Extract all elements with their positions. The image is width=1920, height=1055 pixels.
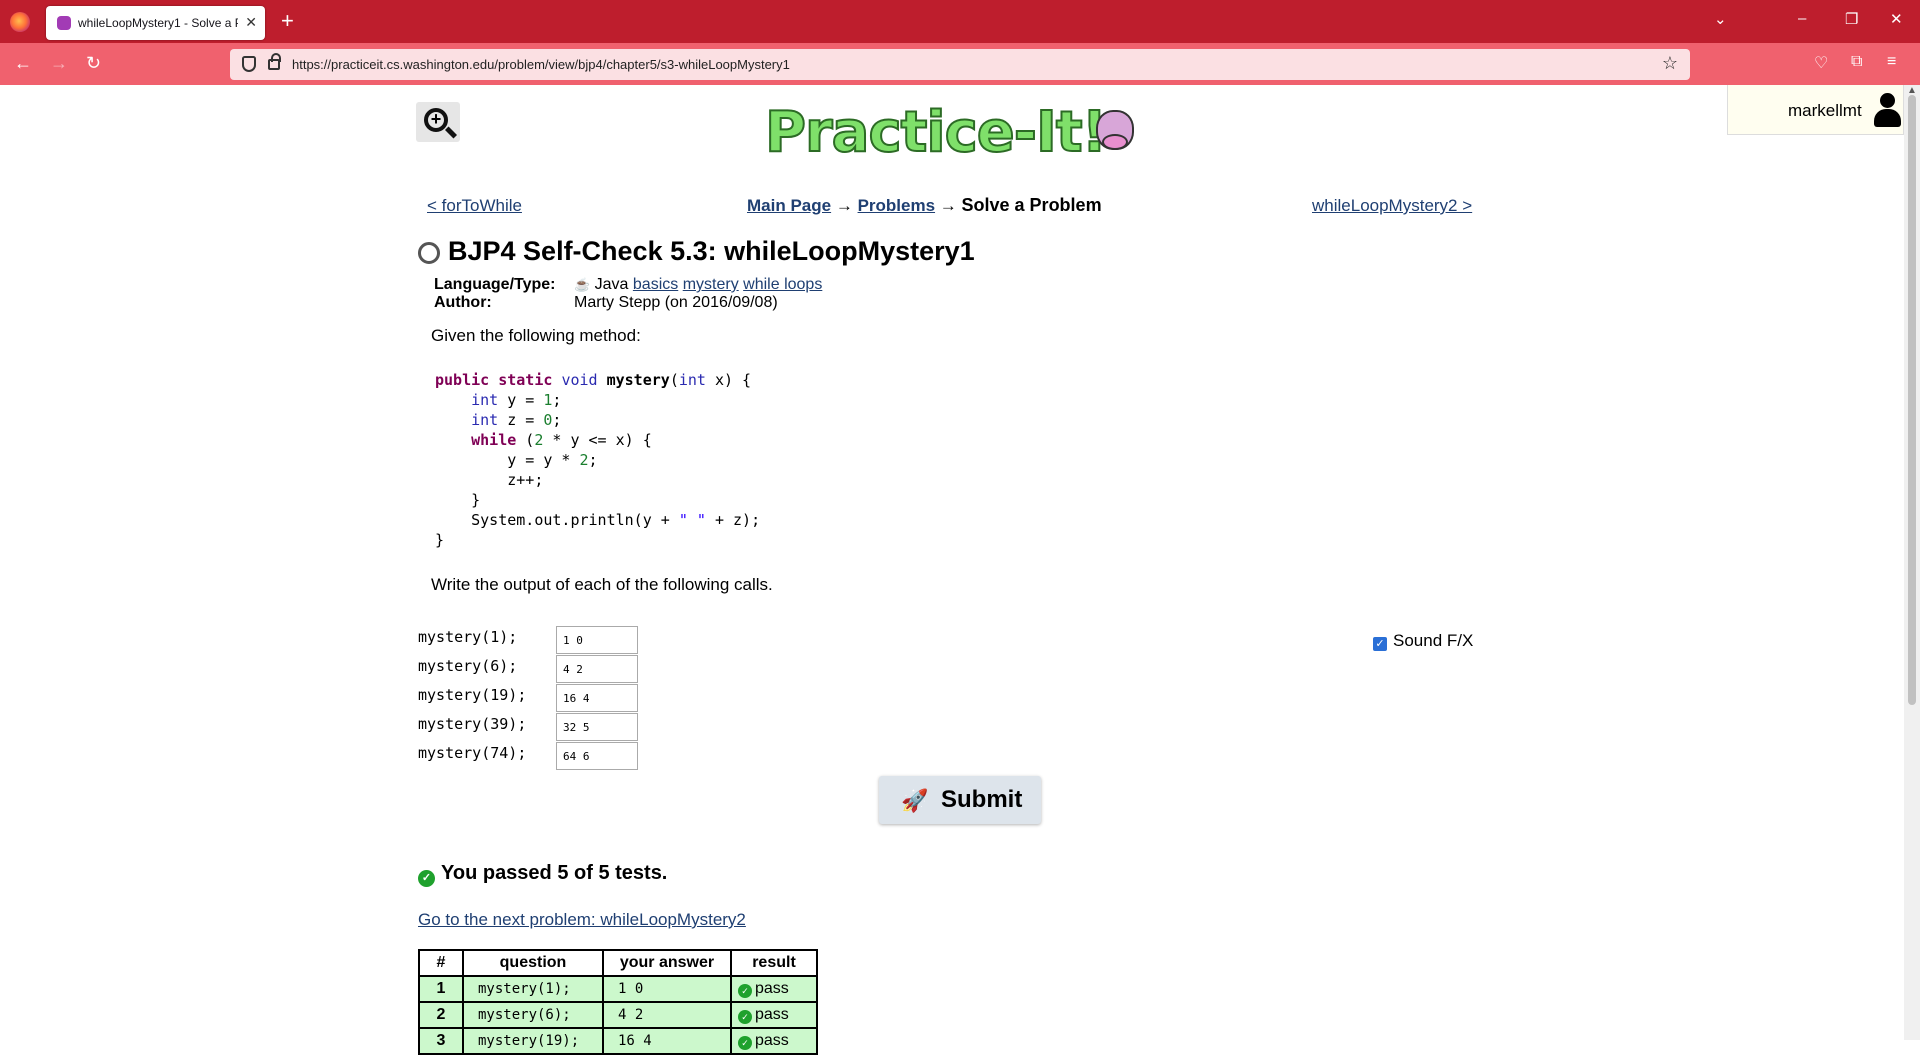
answer-input[interactable]: 64 6 (556, 742, 638, 770)
problem-title: BJP4 Self-Check 5.3: whileLoopMystery1 (448, 236, 975, 266)
code-block: public static void mystery(int x) { int … (435, 371, 761, 549)
browser-tab[interactable]: whileLoopMystery1 - Solve a Pr ✕ (46, 6, 265, 40)
call-label: mystery(39); (418, 715, 527, 733)
tag-while-loops[interactable]: while loops (743, 276, 822, 293)
firefox-icon[interactable] (10, 12, 30, 32)
forward-icon[interactable]: → (50, 53, 68, 74)
sound-fx-checkbox[interactable]: ✓ (1373, 637, 1387, 651)
lock-icon[interactable] (268, 53, 281, 70)
rocket-icon: 🚀 (901, 788, 929, 813)
column-header: your answer (602, 949, 732, 977)
minimize-icon[interactable]: – (1798, 10, 1806, 27)
call-label: mystery(74); (418, 744, 527, 762)
problems-link[interactable]: Problems (858, 196, 935, 215)
close-tab-icon[interactable]: ✕ (245, 14, 257, 31)
answer-input[interactable]: 32 5 (556, 713, 638, 741)
answer-input[interactable]: 1 0 (556, 626, 638, 654)
submit-label: Submit (941, 786, 1023, 813)
browser-tab-bar: whileLoopMystery1 - Solve a Pr ✕ + ⌄ – ❐… (0, 0, 1920, 43)
call-label: mystery(1); (418, 628, 518, 646)
check-circle-icon: ✓ (418, 870, 435, 887)
extensions-icon[interactable]: ⧉ (1851, 53, 1862, 71)
zoom-button[interactable]: + (416, 102, 460, 142)
page-scrollbar[interactable]: ▲ (1904, 85, 1920, 1040)
author-label: Author: (434, 294, 492, 311)
submit-button[interactable]: 🚀 Submit (879, 776, 1041, 824)
pass-icon: ✓ (738, 984, 752, 998)
main-page-link[interactable]: Main Page (747, 196, 831, 215)
instructions-text: Write the output of each of the followin… (431, 575, 773, 594)
table-row: 3 mystery(19); 16 4 ✓ pass (418, 1027, 818, 1055)
column-header: # (418, 949, 464, 977)
username[interactable]: markellmt (1788, 101, 1862, 121)
result-summary: ✓ You passed 5 of 5 tests. (418, 862, 667, 887)
close-window-icon[interactable]: ✕ (1890, 10, 1903, 28)
next-problem-link[interactable]: whileLoopMystery2 > (1312, 196, 1472, 216)
results-table: # question your answer result 1 mystery(… (418, 949, 818, 1055)
language-type: ☕ Java basics mystery while loops (574, 276, 822, 294)
user-icon[interactable] (1873, 93, 1901, 129)
java-icon: ☕ (574, 277, 591, 292)
answer-input[interactable]: 4 2 (556, 655, 638, 683)
call-label: mystery(19); (418, 686, 527, 704)
pass-icon: ✓ (738, 1010, 752, 1024)
tag-basics[interactable]: basics (633, 276, 678, 293)
pass-icon: ✓ (738, 1036, 752, 1050)
table-row: 2 mystery(6); 4 2 ✓ pass (418, 1001, 818, 1029)
given-text: Given the following method: (431, 326, 641, 345)
status-circle-icon (418, 242, 440, 264)
scrollbar-thumb[interactable] (1908, 95, 1916, 705)
cow-mascot-icon (1092, 102, 1138, 154)
sound-fx-label: Sound F/X (1393, 631, 1474, 650)
list-tabs-icon[interactable]: ⌄ (1714, 10, 1727, 28)
table-row: 1 mystery(1); 1 0 ✓ pass (418, 975, 818, 1003)
shield-icon[interactable] (242, 56, 256, 72)
reload-icon[interactable]: ↻ (86, 53, 101, 74)
sound-fx-toggle[interactable]: ✓ Sound F/X (1373, 631, 1473, 651)
table-header-row: # question your answer result (418, 949, 818, 977)
next-problem-link-bottom[interactable]: Go to the next problem: whileLoopMystery… (418, 910, 746, 930)
tab-title: whileLoopMystery1 - Solve a Pr (78, 16, 238, 30)
pocket-icon[interactable]: ♡ (1814, 53, 1828, 73)
url-text[interactable]: https://practiceit.cs.washington.edu/pro… (292, 57, 790, 72)
new-tab-icon[interactable]: + (281, 8, 294, 34)
tab-favicon-icon (57, 16, 71, 30)
restore-icon[interactable]: ❐ (1845, 10, 1858, 28)
url-bar[interactable]: https://practiceit.cs.washington.edu/pro… (230, 49, 1690, 80)
breadcrumb: Main Page → Problems → Solve a Problem (747, 195, 1102, 215)
back-icon[interactable]: ← (14, 53, 32, 74)
call-label: mystery(6); (418, 657, 518, 675)
user-box[interactable]: markellmt (1727, 85, 1904, 135)
menu-icon[interactable]: ≡ (1887, 53, 1896, 71)
bookmark-star-icon[interactable]: ☆ (1662, 53, 1678, 74)
language-value: Java (594, 276, 629, 293)
language-label: Language/Type: (434, 276, 556, 293)
author-value: Marty Stepp (on 2016/09/08) (574, 294, 778, 311)
prev-problem-link[interactable]: < forToWhile (427, 196, 522, 216)
current-crumb: Solve a Problem (961, 195, 1102, 215)
practice-it-logo[interactable]: Practice-It! (764, 99, 1108, 166)
zoom-in-icon: + (424, 108, 448, 132)
column-header: result (730, 949, 818, 977)
column-header: question (462, 949, 604, 977)
answer-input[interactable]: 16 4 (556, 684, 638, 712)
tag-mystery[interactable]: mystery (683, 276, 739, 293)
